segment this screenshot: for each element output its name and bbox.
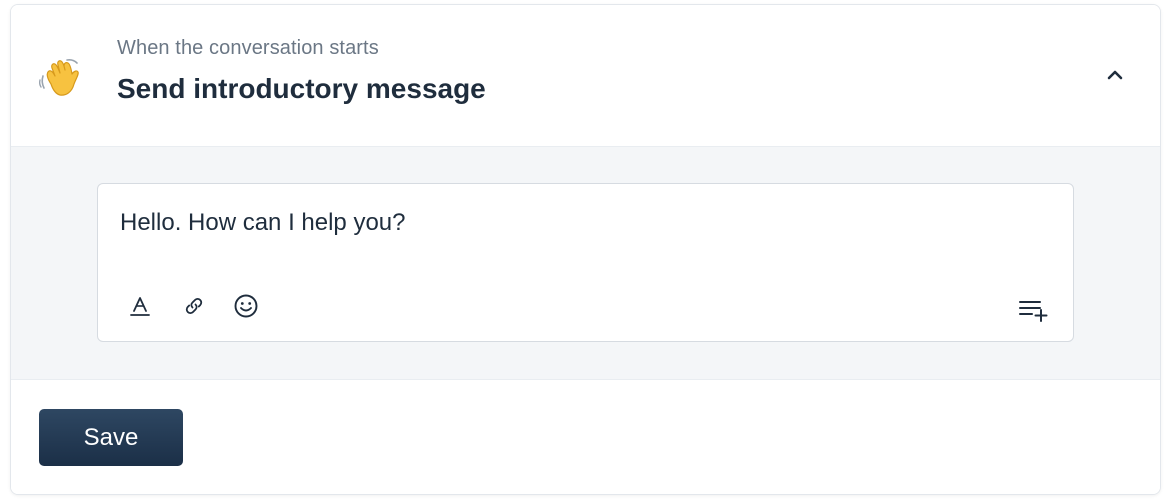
insert-emoji-button[interactable] [232, 294, 260, 322]
message-input[interactable]: Hello. How can I help you? [120, 209, 406, 237]
text-format-icon [128, 294, 152, 323]
link-icon [182, 294, 206, 323]
card-subtitle: When the conversation starts [117, 37, 379, 59]
collapse-button[interactable] [1101, 63, 1129, 91]
save-button[interactable]: Save [39, 409, 183, 466]
message-editor[interactable]: Hello. How can I help you? [97, 183, 1074, 342]
waving-hand-icon [37, 54, 85, 102]
card-body: Hello. How can I help you? [11, 147, 1160, 380]
emoji-icon [233, 293, 259, 324]
insert-variable-icon [1018, 297, 1050, 328]
card-title: Send introductory message [117, 73, 486, 104]
card-footer: Save [11, 380, 1160, 494]
format-text-button[interactable] [126, 294, 154, 322]
chevron-up-icon [1106, 68, 1124, 86]
intro-message-card: When the conversation starts Send introd… [10, 4, 1161, 495]
card-header: When the conversation starts Send introd… [11, 5, 1160, 147]
insert-variable-button[interactable] [1018, 297, 1050, 328]
insert-link-button[interactable] [180, 294, 208, 322]
